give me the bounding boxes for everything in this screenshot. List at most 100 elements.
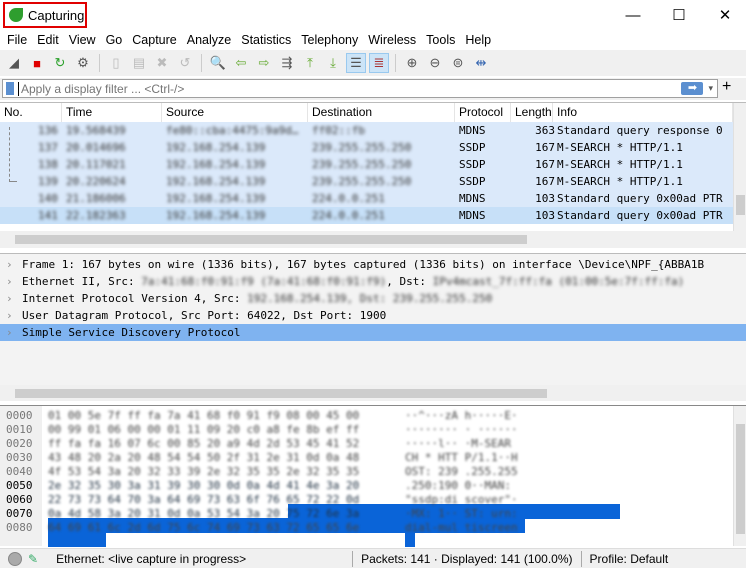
stop-capture-icon[interactable]: ■ bbox=[27, 53, 47, 73]
column-header-protocol[interactable]: Protocol bbox=[455, 103, 511, 122]
open-file-icon[interactable]: ▯ bbox=[106, 53, 126, 73]
menu-wireless[interactable]: Wireless bbox=[363, 33, 421, 47]
column-header-destination[interactable]: Destination bbox=[308, 103, 455, 122]
ascii-bytes[interactable]: ·····l·· ·M-SEAR bbox=[405, 436, 511, 451]
bytes-vertical-scrollbar[interactable] bbox=[733, 406, 746, 546]
scrollbar-thumb[interactable] bbox=[15, 389, 547, 398]
hex-bytes[interactable]: ff fa fa 16 07 6c 00 85 20 a9 4d 2d 53 4… bbox=[48, 436, 359, 451]
detail-text: User Datagram Protocol, Src Port: 64022,… bbox=[22, 307, 386, 324]
zoom-in-icon[interactable]: ⊕ bbox=[402, 53, 422, 73]
byte-offset: 0040 bbox=[6, 465, 33, 478]
start-capture-icon[interactable]: ◢ bbox=[4, 53, 24, 73]
expand-chevron-icon[interactable]: › bbox=[6, 290, 13, 307]
packet-src: 192.168.254.139 bbox=[166, 158, 266, 171]
hex-bytes[interactable]: 43 48 20 2a 20 48 54 54 50 2f 31 2e 31 0… bbox=[48, 450, 359, 465]
scrollbar-thumb[interactable] bbox=[736, 195, 745, 215]
first-packet-icon[interactable]: ⤒ bbox=[300, 53, 320, 73]
packet-row[interactable]: 138 20.117021 192.168.254.139 239.255.255.2… bbox=[0, 156, 733, 173]
column-header-time[interactable]: Time bbox=[62, 103, 162, 122]
go-back-icon[interactable]: ⇦ bbox=[231, 53, 251, 73]
details-horizontal-scrollbar[interactable] bbox=[0, 385, 746, 401]
capture-comment-icon[interactable]: ✎ bbox=[28, 552, 38, 566]
save-file-icon[interactable]: ▤ bbox=[129, 53, 149, 73]
detail-row[interactable]: › Internet Protocol Version 4, Src: 192.1… bbox=[0, 290, 746, 307]
hex-bytes[interactable]: 4f 53 54 3a 20 32 33 39 2e 32 35 35 2e 3… bbox=[48, 464, 359, 479]
packet-row[interactable]: 139 20.220624 192.168.254.139 239.255.255.2… bbox=[0, 173, 733, 190]
detail-row[interactable]: › Ethernet II, Src: 7a:41:68:f0:91:f9 (7a… bbox=[0, 273, 746, 290]
detail-row[interactable]: › Simple Service Discovery Protocol bbox=[0, 324, 746, 341]
menu-help[interactable]: Help bbox=[460, 33, 496, 47]
resize-columns-icon[interactable]: ⇹ bbox=[471, 53, 491, 73]
byte-offset: 0050 bbox=[6, 479, 33, 492]
apply-filter-arrow-icon[interactable]: ➡ bbox=[681, 82, 704, 95]
close-file-icon[interactable]: ✖ bbox=[152, 53, 172, 73]
ascii-bytes[interactable]: ·MX: 1·· ST: urn: bbox=[405, 506, 518, 521]
menu-tools[interactable]: Tools bbox=[421, 33, 460, 47]
scrollbar-thumb[interactable] bbox=[15, 235, 527, 244]
scrollbar-thumb[interactable] bbox=[736, 424, 745, 534]
last-packet-icon[interactable]: ⤓ bbox=[323, 53, 343, 73]
menu-edit[interactable]: Edit bbox=[32, 33, 64, 47]
ascii-bytes[interactable]: CH * HTT P/1.1··H bbox=[405, 450, 518, 465]
hex-bytes[interactable]: 2e 32 35 30 3a 31 39 30 30 0d 0a 4d 41 4… bbox=[48, 478, 359, 493]
bytes-row: 0010 00 99 01 06 00 00 01 11 09 20 c0 a8 … bbox=[0, 422, 733, 437]
maximize-button[interactable]: ☐ bbox=[656, 0, 702, 30]
filter-dropdown-chevron-icon[interactable]: ▾ bbox=[708, 83, 713, 94]
column-header-length[interactable]: Length bbox=[511, 103, 553, 122]
ascii-bytes[interactable]: dial-mul tiscreen bbox=[405, 520, 518, 535]
expand-chevron-icon[interactable]: › bbox=[6, 273, 13, 290]
column-header-source[interactable]: Source bbox=[162, 103, 308, 122]
autoscroll-icon[interactable]: ☰ bbox=[346, 53, 366, 73]
menu-analyze[interactable]: Analyze bbox=[182, 33, 236, 47]
add-filter-button[interactable]: + bbox=[722, 78, 731, 96]
hex-bytes[interactable]: 01 00 5e 7f ff fa 7a 41 68 f0 91 f9 08 0… bbox=[48, 408, 359, 423]
bytes-row: 0060 22 73 73 64 70 3a 64 69 73 63 6f 76 … bbox=[0, 492, 733, 507]
restart-capture-icon[interactable]: ↻ bbox=[50, 53, 70, 73]
display-filter-input[interactable] bbox=[18, 81, 682, 96]
find-packet-icon[interactable]: 🔍 bbox=[208, 53, 228, 73]
packet-row[interactable]: 141 22.182363 192.168.254.139 224.0.0.251 MD… bbox=[0, 207, 733, 224]
reload-icon[interactable]: ↺ bbox=[175, 53, 195, 73]
colorize-icon[interactable]: ≣ bbox=[369, 53, 389, 73]
capture-options-icon[interactable]: ⚙ bbox=[73, 53, 93, 73]
go-to-packet-icon[interactable]: ⇶ bbox=[277, 53, 297, 73]
hex-bytes[interactable]: 00 99 01 06 00 00 01 11 09 20 c0 a8 fe 8… bbox=[48, 422, 359, 437]
expand-chevron-icon[interactable]: › bbox=[6, 256, 13, 273]
column-header-info[interactable]: Info bbox=[553, 103, 733, 122]
menu-view[interactable]: View bbox=[64, 33, 101, 47]
packet-src: fe80::cba:4475:9a9d… bbox=[166, 124, 299, 137]
expand-chevron-icon[interactable]: › bbox=[6, 324, 13, 341]
bytes-row: 0030 43 48 20 2a 20 48 54 54 50 2f 31 2e … bbox=[0, 450, 733, 465]
detail-row[interactable]: › User Datagram Protocol, Src Port: 64022… bbox=[0, 307, 746, 324]
minimize-button[interactable]: — bbox=[610, 0, 656, 30]
packet-list-vertical-scrollbar[interactable] bbox=[733, 103, 746, 231]
expert-info-icon[interactable] bbox=[8, 551, 22, 566]
ascii-bytes[interactable]: OST: 239 .255.255 bbox=[405, 464, 518, 479]
detail-row[interactable]: › Frame 1: 167 bytes on wire (1336 bits),… bbox=[0, 256, 746, 273]
bookmark-icon[interactable] bbox=[6, 82, 14, 95]
packet-list-horizontal-scrollbar[interactable] bbox=[0, 231, 746, 248]
close-button[interactable]: ✕ bbox=[702, 0, 746, 30]
status-profile[interactable]: Profile: Default bbox=[590, 552, 669, 566]
ascii-bytes[interactable]: ··^···zA h·····E· bbox=[405, 408, 518, 423]
hex-bytes[interactable]: 0a 4d 58 3a 20 31 0d 0a 53 54 3a 20 75 7… bbox=[48, 506, 359, 521]
menu-telephony[interactable]: Telephony bbox=[296, 33, 363, 47]
status-interface: Ethernet: <live capture in progress> bbox=[56, 551, 247, 566]
go-forward-icon[interactable]: ⇨ bbox=[254, 53, 274, 73]
menu-capture[interactable]: Capture bbox=[127, 33, 181, 47]
packet-row[interactable]: 137 20.014696 192.168.254.139 239.255.255.2… bbox=[0, 139, 733, 156]
column-header-no[interactable]: No. bbox=[0, 103, 62, 122]
ascii-bytes[interactable]: "ssdp:di scover"· bbox=[405, 492, 518, 507]
menu-go[interactable]: Go bbox=[101, 33, 128, 47]
zoom-out-icon[interactable]: ⊖ bbox=[425, 53, 445, 73]
menu-file[interactable]: File bbox=[2, 33, 32, 47]
hex-bytes[interactable]: 64 69 61 6c 2d 6d 75 6c 74 69 73 63 72 6… bbox=[48, 520, 359, 535]
packet-row[interactable]: 140 21.186006 192.168.254.139 224.0.0.251 MD… bbox=[0, 190, 733, 207]
packet-row[interactable]: 136 19.568439 fe80::cba:4475:9a9d… ff02::fb… bbox=[0, 122, 733, 139]
menu-statistics[interactable]: Statistics bbox=[236, 33, 296, 47]
ascii-bytes[interactable]: .250:190 0··MAN: bbox=[405, 478, 511, 493]
hex-bytes[interactable]: 22 73 73 64 70 3a 64 69 73 63 6f 76 65 7… bbox=[48, 492, 359, 507]
ascii-bytes[interactable]: ········ · ······ bbox=[405, 422, 518, 437]
zoom-normal-icon[interactable]: ⊜ bbox=[448, 53, 468, 73]
expand-chevron-icon[interactable]: › bbox=[6, 307, 13, 324]
